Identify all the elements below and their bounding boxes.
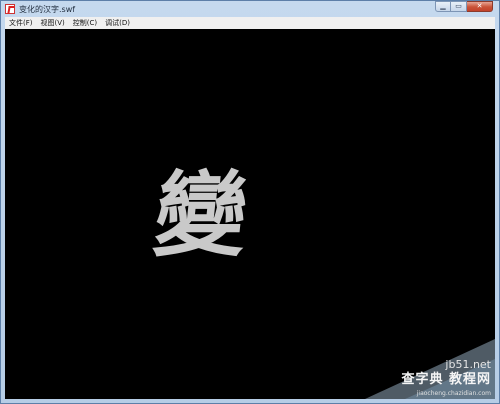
close-icon: ✕ <box>476 2 483 10</box>
maximize-button[interactable]: ▭ <box>451 1 467 12</box>
site-watermark: jb51.net 查字典 教程网 jiaocheng.chazidian.com <box>345 329 495 399</box>
close-button[interactable]: ✕ <box>467 1 493 12</box>
window-controls: ▁ ▭ ✕ <box>435 1 493 12</box>
menu-control[interactable]: 控制(C) <box>69 18 101 28</box>
maximize-icon: ▭ <box>455 2 462 10</box>
menu-file[interactable]: 文件(F) <box>5 18 37 28</box>
menu-bar: 文件(F) 视图(V) 控制(C) 调试(D) <box>5 17 495 29</box>
minimize-button[interactable]: ▁ <box>435 1 451 12</box>
watermark-subtitle: jiaocheng.chazidian.com <box>416 390 491 397</box>
animated-hanzi-glyph: 變 <box>149 161 253 269</box>
menu-debug[interactable]: 调试(D) <box>101 18 134 28</box>
flash-app-icon[interactable] <box>5 4 15 14</box>
menu-view[interactable]: 视图(V) <box>37 18 69 28</box>
title-bar[interactable]: 变化的汉字.swf ▁ ▭ ✕ <box>1 1 499 17</box>
flash-player-window: 变化的汉字.swf ▁ ▭ ✕ 文件(F) 视图(V) 控制(C) 调试(D) … <box>0 0 500 404</box>
window-title: 变化的汉字.swf <box>19 4 76 14</box>
watermark-title: 查字典 教程网 <box>401 372 491 387</box>
minimize-icon: ▁ <box>440 2 446 10</box>
flash-stage[interactable]: 變 jb51.net 查字典 教程网 jiaocheng.chazidian.c… <box>5 29 495 399</box>
